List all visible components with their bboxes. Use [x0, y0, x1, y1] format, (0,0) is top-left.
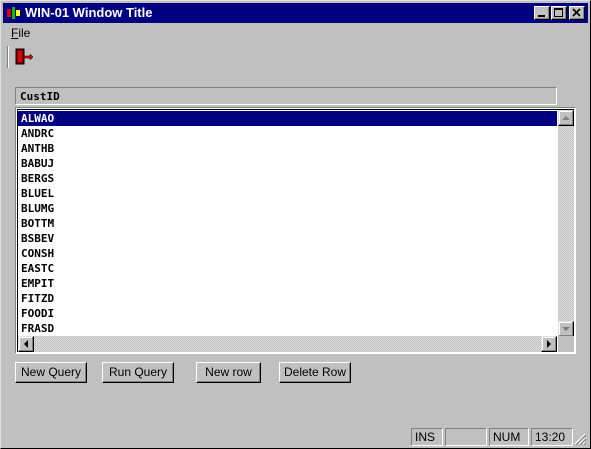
main-window: WIN-01 Window Title File CustID ALWAO AND… [0, 0, 591, 449]
maximize-icon [554, 8, 563, 17]
arrow-left-icon [24, 340, 28, 348]
title-bar[interactable]: WIN-01 Window Title [3, 3, 588, 23]
status-ins: INS [411, 428, 443, 446]
status-bar: INS NUM 13:20 [3, 427, 588, 447]
menu-file-label: ile [18, 26, 31, 40]
vertical-scrollbar[interactable] [558, 110, 574, 337]
list-item[interactable]: BOTTM [18, 216, 557, 231]
run-query-button[interactable]: Run Query [102, 362, 174, 383]
new-row-button[interactable]: New row [196, 362, 261, 383]
list-item[interactable]: ANDRC [18, 126, 557, 141]
list-item[interactable]: FOODI [18, 306, 557, 321]
listbox-inner: ALWAO ANDRC ANTHB BABUJ BERGS BLUEL BLUMG BOTTM… [17, 109, 574, 352]
list-item[interactable]: BSBEV [18, 231, 557, 246]
maximize-button[interactable] [551, 6, 567, 20]
delete-row-button[interactable]: Delete Row [279, 362, 351, 383]
scroll-right-button[interactable] [541, 336, 557, 352]
exit-door-icon [15, 48, 34, 65]
list-item[interactable]: BLUMG [18, 201, 557, 216]
minimize-button[interactable] [534, 6, 550, 20]
scroll-up-button[interactable] [558, 110, 574, 126]
close-button[interactable] [569, 6, 585, 20]
scroll-left-button[interactable] [18, 336, 34, 352]
status-num: NUM [489, 428, 529, 446]
scrollbar-corner [558, 336, 574, 352]
list-item[interactable]: BLUEL [18, 186, 557, 201]
menu-bar: File [3, 24, 588, 42]
list-rows: ALWAO ANDRC ANTHB BABUJ BERGS BLUEL BLUMG BOTTM… [18, 111, 557, 336]
menu-file[interactable]: File [11, 26, 30, 40]
list-item[interactable]: CONSH [18, 246, 557, 261]
exit-button[interactable] [13, 47, 35, 67]
horizontal-scrollbar[interactable] [18, 336, 557, 352]
list-item[interactable]: ALWAO [18, 111, 557, 126]
app-icon [7, 7, 20, 19]
list-item[interactable]: FITZD [18, 291, 557, 306]
scroll-down-button[interactable] [558, 321, 574, 337]
list-item[interactable]: BERGS [18, 171, 557, 186]
toolbar-separator [7, 46, 9, 68]
new-query-button[interactable]: New Query [15, 362, 87, 383]
list-item[interactable]: EMPIT [18, 276, 557, 291]
arrow-right-icon [547, 340, 551, 348]
list-item[interactable]: ANTHB [18, 141, 557, 156]
customer-listbox[interactable]: ALWAO ANDRC ANTHB BABUJ BERGS BLUEL BLUMG BOTTM… [15, 107, 576, 354]
close-icon [572, 8, 581, 17]
list-item[interactable]: BABUJ [18, 156, 557, 171]
arrow-down-icon [562, 327, 570, 331]
arrow-up-icon [562, 116, 570, 120]
column-header-custid: CustID [15, 87, 557, 105]
status-blank [445, 428, 487, 446]
status-time: 13:20 [531, 428, 573, 446]
list-item[interactable]: FRASD [18, 321, 557, 336]
list-item[interactable]: EASTC [18, 261, 557, 276]
minimize-icon [538, 15, 545, 17]
window-title: WIN-01 Window Title [25, 5, 153, 20]
resize-grip-icon[interactable] [574, 433, 586, 445]
